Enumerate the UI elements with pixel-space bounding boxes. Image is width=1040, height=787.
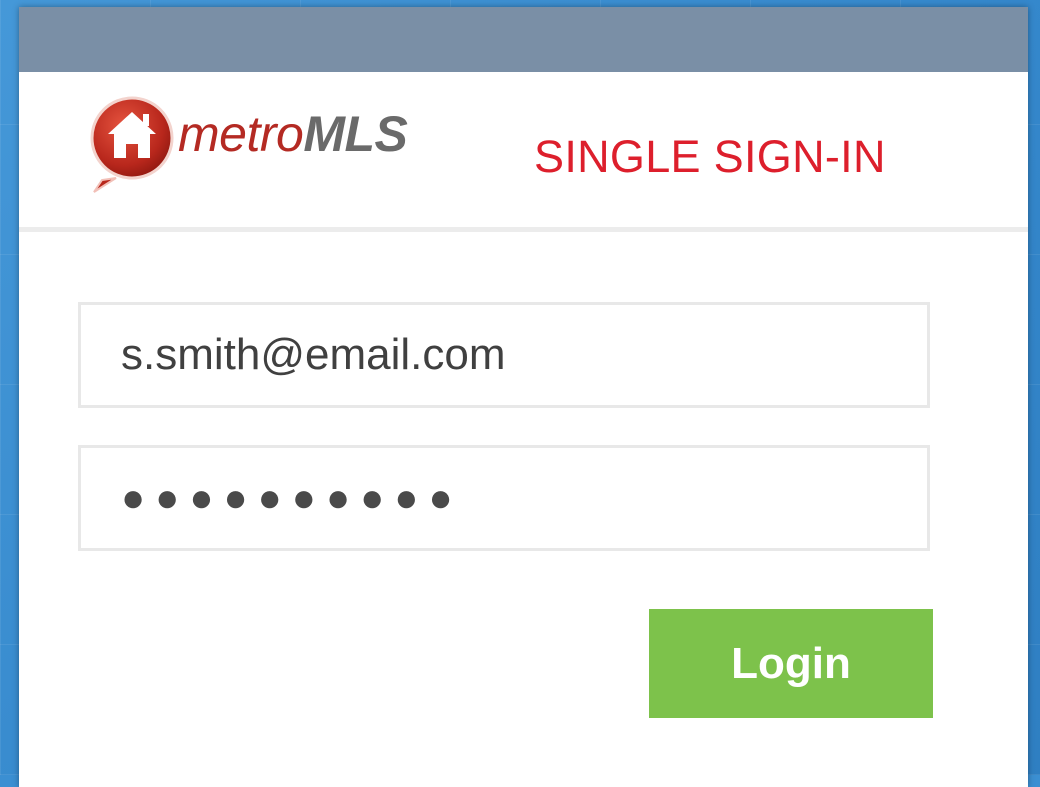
logo-text-metro: metro bbox=[178, 106, 304, 162]
page-title: SINGLE SIGN-IN bbox=[534, 131, 886, 182]
email-field-container bbox=[78, 302, 930, 408]
logo-wordmark: metroMLS bbox=[178, 104, 408, 164]
dialog-title-bar bbox=[19, 7, 1028, 72]
metromls-logo: metroMLS bbox=[82, 92, 462, 196]
password-field-container bbox=[78, 445, 930, 551]
logo-text-mls: MLS bbox=[303, 106, 408, 162]
login-button[interactable]: Login bbox=[649, 609, 933, 718]
house-speech-bubble-icon bbox=[90, 96, 174, 193]
header-divider bbox=[19, 227, 1028, 232]
password-field[interactable] bbox=[81, 448, 927, 548]
email-field[interactable] bbox=[81, 305, 927, 405]
